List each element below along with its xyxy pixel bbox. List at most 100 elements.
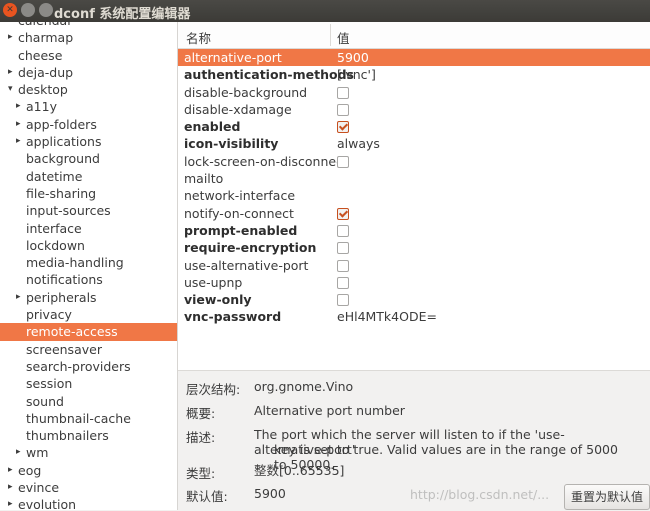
key-row-lock-screen-on-disconnect[interactable]: lock-screen-on-disconnect	[178, 153, 650, 170]
key-name: lock-screen-on-disconnect	[184, 153, 348, 169]
title-bar: ✕ dconf 系统配置编辑器	[0, 0, 650, 22]
tree-item-file-sharing[interactable]: file-sharing	[0, 185, 177, 202]
collapsed-arrow-icon[interactable]: ▸	[16, 133, 21, 150]
tree-item-label: wm	[26, 445, 49, 461]
key-value[interactable]: always	[337, 135, 380, 152]
key-row-disable-xdamage[interactable]: disable-xdamage	[178, 101, 650, 118]
key-value[interactable]: 5900	[337, 49, 369, 66]
maximize-window-icon[interactable]	[39, 3, 53, 17]
schema-tree[interactable]: calendar▸charmapcheese▸deja-dup▾desktop▸…	[0, 22, 178, 510]
summary-value: Alternative port number	[254, 403, 405, 418]
key-row-notify-on-connect[interactable]: notify-on-connect	[178, 205, 650, 222]
tree-item-app-folders[interactable]: ▸ app-folders	[0, 116, 177, 133]
expanded-arrow-icon[interactable]: ▾	[8, 81, 13, 98]
tree-item-label: app-folders	[26, 116, 97, 132]
tree-item-session[interactable]: session	[0, 375, 177, 392]
tree-item-input-sources[interactable]: input-sources	[0, 202, 177, 219]
checked-checkbox[interactable]	[337, 207, 349, 220]
tree-item-datetime[interactable]: datetime	[0, 168, 177, 185]
key-details-panel: 层次结构: org.gnome.Vino 概要: Alternative por…	[178, 370, 650, 511]
key-value[interactable]: eHl4MTk4ODE=	[337, 308, 437, 325]
tree-item-screensaver[interactable]: screensaver	[0, 341, 177, 358]
collapsed-arrow-icon[interactable]: ▸	[8, 479, 13, 496]
minimize-window-icon[interactable]	[21, 3, 35, 17]
unchecked-checkbox[interactable]	[337, 276, 349, 289]
tree-item-label: thumbnail-cache	[26, 410, 131, 426]
tree-item-background[interactable]: background	[0, 150, 177, 167]
tree-item-media-handling[interactable]: media-handling	[0, 254, 177, 271]
tree-item-search-providers[interactable]: search-providers	[0, 358, 177, 375]
tree-item-wm[interactable]: ▸ wm	[0, 444, 177, 461]
unchecked-checkbox[interactable]	[337, 242, 349, 255]
reset-to-default-button[interactable]: 重置为默认值	[564, 484, 650, 510]
unchecked-checkbox[interactable]	[337, 155, 349, 168]
tree-item-deja-dup[interactable]: ▸ deja-dup	[0, 64, 177, 81]
key-table[interactable]: 名称 值 alternative-port 5900 authentication-…	[178, 22, 650, 370]
tree-item-evolution[interactable]: ▸ evolution	[0, 496, 177, 510]
tree-item-eog[interactable]: ▸ eog	[0, 462, 177, 479]
key-row-authentication-methods[interactable]: authentication-methods ['vnc']	[178, 66, 650, 83]
tree-item-interface[interactable]: interface	[0, 220, 177, 237]
tree-item-label: cheese	[18, 47, 63, 63]
tree-item-a11y[interactable]: ▸ a11y	[0, 98, 177, 115]
key-row-view-only[interactable]: view-only	[178, 291, 650, 308]
tree-item-remote-access[interactable]: remote-access	[0, 323, 177, 341]
window-controls: ✕	[3, 3, 53, 17]
tree-item-lockdown[interactable]: lockdown	[0, 237, 177, 254]
tree-item-applications[interactable]: ▸ applications	[0, 133, 177, 150]
unchecked-checkbox[interactable]	[337, 294, 349, 307]
collapsed-arrow-icon[interactable]: ▸	[16, 289, 21, 306]
tree-item-label: deja-dup	[18, 64, 74, 80]
collapsed-arrow-icon[interactable]: ▸	[8, 64, 13, 81]
tree-item-label: privacy	[26, 307, 72, 323]
collapsed-arrow-icon[interactable]: ▸	[8, 462, 13, 479]
column-header-value[interactable]: 值	[337, 28, 350, 47]
key-row-icon-visibility[interactable]: icon-visibility always	[178, 135, 650, 152]
key-row-prompt-enabled[interactable]: prompt-enabled	[178, 222, 650, 239]
key-name: disable-xdamage	[184, 101, 292, 117]
unchecked-checkbox[interactable]	[337, 259, 349, 272]
tree-item-calendar[interactable]: calendar	[0, 22, 177, 29]
tree-item-thumbnail-cache[interactable]: thumbnail-cache	[0, 410, 177, 427]
tree-item-label: applications	[26, 134, 102, 150]
tree-item-peripherals[interactable]: ▸ peripherals	[0, 289, 177, 306]
key-value[interactable]: ['vnc']	[337, 66, 376, 83]
key-name: use-upnp	[184, 274, 243, 290]
key-row-use-upnp[interactable]: use-upnp	[178, 274, 650, 291]
key-row-disable-background[interactable]: disable-background	[178, 84, 650, 101]
unchecked-checkbox[interactable]	[337, 86, 349, 99]
collapsed-arrow-icon[interactable]: ▸	[16, 116, 21, 133]
key-name: disable-background	[184, 84, 308, 100]
key-row-alternative-port[interactable]: alternative-port 5900	[178, 49, 650, 67]
description-label: 描述:	[186, 430, 216, 445]
tree-item-privacy[interactable]: privacy	[0, 306, 177, 323]
key-row-enabled[interactable]: enabled	[178, 118, 650, 135]
tree-item-thumbnailers[interactable]: thumbnailers	[0, 427, 177, 444]
tree-item-notifications[interactable]: notifications	[0, 271, 177, 288]
collapsed-arrow-icon[interactable]: ▸	[8, 496, 13, 510]
collapsed-arrow-icon[interactable]: ▸	[16, 98, 21, 115]
close-window-icon[interactable]: ✕	[3, 3, 17, 17]
unchecked-checkbox[interactable]	[337, 103, 349, 116]
key-name: notify-on-connect	[184, 205, 294, 221]
tree-item-evince[interactable]: ▸ evince	[0, 479, 177, 496]
tree-item-sound[interactable]: sound	[0, 393, 177, 410]
key-row-vnc-password[interactable]: vnc-password eHl4MTk4ODE=	[178, 308, 650, 325]
tree-item-charmap[interactable]: ▸ charmap	[0, 29, 177, 46]
collapsed-arrow-icon[interactable]: ▸	[16, 444, 21, 461]
unchecked-checkbox[interactable]	[337, 224, 349, 237]
checked-checkbox[interactable]	[337, 121, 349, 134]
tree-item-label: search-providers	[26, 358, 131, 374]
key-name: mailto	[184, 171, 224, 187]
table-header: 名称 值	[178, 22, 650, 49]
key-row-network-interface[interactable]: network-interface	[178, 187, 650, 204]
key-row-require-encryption[interactable]: require-encryption	[178, 239, 650, 256]
key-row-mailto[interactable]: mailto	[178, 170, 650, 187]
tree-item-cheese[interactable]: cheese	[0, 47, 177, 64]
collapsed-arrow-icon[interactable]: ▸	[8, 29, 13, 46]
tree-item-desktop[interactable]: ▾ desktop	[0, 81, 177, 98]
tree-item-label: notifications	[26, 272, 103, 288]
key-row-use-alternative-port[interactable]: use-alternative-port	[178, 257, 650, 274]
tree-item-label: lockdown	[26, 237, 85, 253]
column-header-name[interactable]: 名称	[186, 28, 211, 47]
